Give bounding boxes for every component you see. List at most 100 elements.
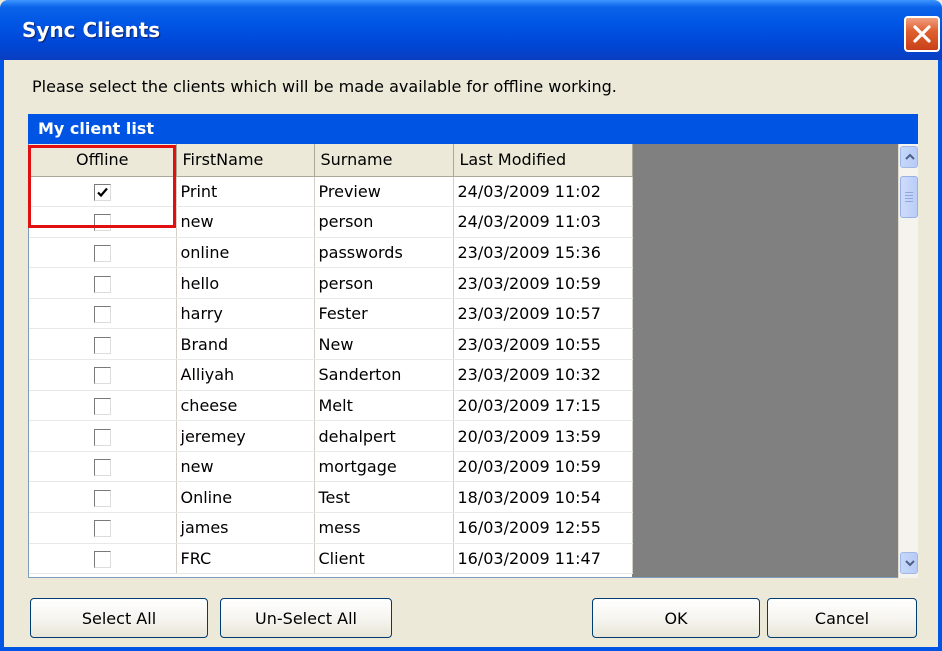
column-header-offline[interactable]: Offline bbox=[29, 144, 177, 177]
offline-cell bbox=[29, 390, 177, 422]
cell-first-name: Print bbox=[176, 176, 315, 208]
table-row[interactable]: Print Preview 24/03/2009 11:02 bbox=[29, 176, 633, 208]
table-row[interactable]: Online Test 18/03/2009 10:54 bbox=[29, 481, 633, 514]
cell-first-name: jeremey bbox=[176, 420, 315, 452]
cell-last-modified: 23/03/2009 10:55 bbox=[453, 328, 633, 361]
close-button[interactable] bbox=[904, 16, 940, 52]
cell-first-name: Online bbox=[176, 481, 315, 514]
client-grid[interactable]: Offline FirstName Surname Last Modified … bbox=[28, 144, 918, 578]
offline-checkbox[interactable] bbox=[93, 306, 111, 324]
offline-checkbox[interactable] bbox=[93, 244, 111, 262]
offline-checkbox[interactable] bbox=[93, 214, 111, 232]
client-list-title: My client list bbox=[38, 119, 154, 138]
offline-checkbox[interactable] bbox=[93, 367, 111, 385]
table-row[interactable]: hello person 23/03/2009 10:59 bbox=[29, 267, 633, 299]
check-icon bbox=[96, 187, 108, 197]
close-icon bbox=[913, 25, 931, 43]
offline-cell bbox=[29, 298, 177, 330]
scroll-up-button[interactable] bbox=[900, 146, 918, 168]
cell-first-name: james bbox=[176, 512, 315, 544]
offline-cell bbox=[29, 543, 177, 575]
offline-cell bbox=[29, 420, 177, 452]
instruction-text: Please select the clients which will be … bbox=[32, 77, 617, 96]
cell-last-modified: 23/03/2009 10:59 bbox=[453, 267, 633, 299]
cell-surname: mess bbox=[314, 512, 454, 544]
ok-button[interactable]: OK bbox=[592, 598, 760, 638]
cell-first-name: cheese bbox=[176, 390, 315, 422]
table-row[interactable]: online passwords 23/03/2009 15:36 bbox=[29, 237, 633, 269]
title-bar[interactable]: Sync Clients bbox=[0, 0, 942, 60]
column-header-last-modified[interactable]: Last Modified bbox=[453, 144, 633, 177]
cell-first-name: harry bbox=[176, 298, 315, 330]
table-row[interactable]: new mortgage 20/03/2009 10:59 bbox=[29, 451, 633, 483]
client-table: Offline FirstName Surname Last Modified … bbox=[29, 144, 633, 575]
cell-surname: Test bbox=[314, 481, 454, 514]
cell-surname: Client bbox=[314, 543, 454, 575]
cell-first-name: online bbox=[176, 237, 315, 269]
cell-surname: dehalpert bbox=[314, 420, 454, 452]
offline-checkbox[interactable] bbox=[93, 520, 111, 538]
cell-last-modified: 23/03/2009 10:57 bbox=[453, 298, 633, 330]
offline-checkbox[interactable] bbox=[93, 275, 111, 293]
cell-last-modified: 20/03/2009 13:59 bbox=[453, 420, 633, 452]
table-row[interactable]: new person 24/03/2009 11:03 bbox=[29, 206, 633, 238]
cell-first-name: hello bbox=[176, 267, 315, 299]
cell-last-modified: 23/03/2009 15:36 bbox=[453, 237, 633, 269]
cell-last-modified: 16/03/2009 11:47 bbox=[453, 543, 633, 575]
sync-clients-dialog: Sync Clients Please select the clients w… bbox=[0, 0, 942, 651]
offline-cell bbox=[29, 451, 177, 483]
cell-surname: Preview bbox=[314, 176, 454, 208]
offline-cell bbox=[29, 328, 177, 361]
cancel-button[interactable]: Cancel bbox=[767, 598, 917, 638]
offline-cell bbox=[29, 237, 177, 269]
offline-checkbox[interactable] bbox=[93, 489, 111, 507]
cell-last-modified: 20/03/2009 17:15 bbox=[453, 390, 633, 422]
scroll-thumb[interactable] bbox=[900, 176, 918, 218]
offline-checkbox[interactable] bbox=[93, 428, 111, 446]
select-all-button[interactable]: Select All bbox=[30, 598, 208, 638]
cell-first-name: new bbox=[176, 451, 315, 483]
table-header-row: Offline FirstName Surname Last Modified bbox=[29, 144, 633, 177]
cell-surname: Melt bbox=[314, 390, 454, 422]
cell-first-name: Alliyah bbox=[176, 359, 315, 391]
cell-surname: passwords bbox=[314, 237, 454, 269]
offline-checkbox[interactable] bbox=[93, 183, 111, 201]
cell-last-modified: 24/03/2009 11:03 bbox=[453, 206, 633, 238]
cell-last-modified: 24/03/2009 11:02 bbox=[453, 176, 633, 208]
table-row[interactable]: Brand New 23/03/2009 10:55 bbox=[29, 328, 633, 361]
offline-cell bbox=[29, 176, 177, 208]
cell-surname: person bbox=[314, 206, 454, 238]
offline-checkbox[interactable] bbox=[93, 550, 111, 568]
table-row[interactable]: james mess 16/03/2009 12:55 bbox=[29, 512, 633, 544]
table-row[interactable]: harry Fester 23/03/2009 10:57 bbox=[29, 298, 633, 330]
vertical-scrollbar[interactable] bbox=[898, 144, 918, 578]
cell-surname: person bbox=[314, 267, 454, 299]
table-row[interactable]: cheese Melt 20/03/2009 17:15 bbox=[29, 390, 633, 422]
offline-cell bbox=[29, 512, 177, 544]
table-row[interactable]: FRC Client 16/03/2009 11:47 bbox=[29, 543, 633, 575]
cell-last-modified: 20/03/2009 10:59 bbox=[453, 451, 633, 483]
cell-last-modified: 16/03/2009 12:55 bbox=[453, 512, 633, 544]
scroll-down-button[interactable] bbox=[900, 552, 918, 574]
column-header-firstname[interactable]: FirstName bbox=[176, 144, 315, 177]
cell-surname: mortgage bbox=[314, 451, 454, 483]
offline-cell bbox=[29, 359, 177, 391]
cell-last-modified: 18/03/2009 10:54 bbox=[453, 481, 633, 514]
offline-checkbox[interactable] bbox=[93, 459, 111, 477]
offline-cell bbox=[29, 267, 177, 299]
chevron-up-icon bbox=[905, 153, 915, 160]
cell-first-name: new bbox=[176, 206, 315, 238]
column-header-surname[interactable]: Surname bbox=[314, 144, 454, 177]
chevron-down-icon bbox=[905, 560, 915, 567]
offline-cell bbox=[29, 481, 177, 514]
client-list-header: My client list bbox=[28, 114, 918, 144]
cell-last-modified: 23/03/2009 10:32 bbox=[453, 359, 633, 391]
grid-empty-area bbox=[632, 144, 899, 577]
unselect-all-button[interactable]: Un-Select All bbox=[220, 598, 392, 638]
offline-checkbox[interactable] bbox=[93, 397, 111, 415]
table-row[interactable]: Alliyah Sanderton 23/03/2009 10:32 bbox=[29, 359, 633, 391]
cell-first-name: FRC bbox=[176, 543, 315, 575]
offline-checkbox[interactable] bbox=[93, 336, 111, 354]
window-title: Sync Clients bbox=[22, 18, 161, 42]
table-row[interactable]: jeremey dehalpert 20/03/2009 13:59 bbox=[29, 420, 633, 452]
